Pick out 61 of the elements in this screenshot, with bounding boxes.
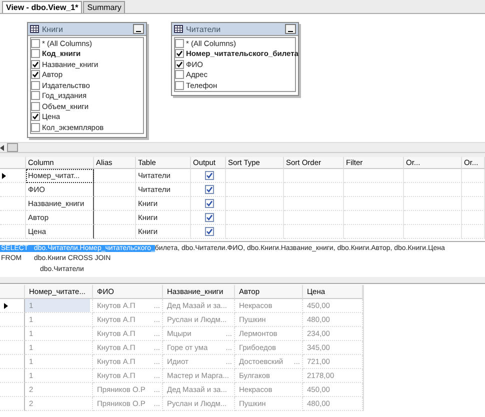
column-checkbox[interactable] bbox=[31, 122, 40, 132]
output-checkbox[interactable] bbox=[204, 213, 214, 222]
output-checkbox[interactable] bbox=[204, 227, 214, 236]
column-checkbox[interactable] bbox=[31, 38, 40, 48]
minimize-button[interactable] bbox=[133, 24, 144, 34]
grid-cell[interactable] bbox=[284, 169, 344, 183]
grid-cell[interactable] bbox=[344, 183, 404, 197]
grid-cell[interactable] bbox=[284, 183, 344, 197]
alias-cell[interactable] bbox=[94, 197, 136, 211]
column-checkbox[interactable] bbox=[31, 91, 40, 100]
grid-cell[interactable] bbox=[344, 211, 404, 225]
alias-cell[interactable] bbox=[94, 183, 136, 197]
grid-cell[interactable] bbox=[226, 183, 284, 197]
scroll-left-icon[interactable] bbox=[0, 144, 5, 150]
grid-cell[interactable] bbox=[226, 169, 284, 183]
table-icon bbox=[30, 25, 39, 33]
grid-cell[interactable] bbox=[404, 183, 462, 197]
column-checkbox[interactable] bbox=[175, 70, 184, 80]
grid-cell[interactable] bbox=[344, 225, 404, 239]
grid-cell[interactable] bbox=[404, 197, 462, 211]
tab[interactable]: Summary bbox=[83, 1, 126, 13]
column-checkbox[interactable] bbox=[31, 60, 40, 69]
table-icon bbox=[174, 25, 183, 33]
grid-cell[interactable] bbox=[226, 225, 284, 239]
grid-cell[interactable] bbox=[462, 197, 485, 211]
scrollbar-thumb[interactable] bbox=[7, 143, 18, 152]
grid-cell[interactable] bbox=[284, 225, 344, 239]
column-checkbox[interactable] bbox=[175, 80, 184, 90]
grid-cell[interactable] bbox=[462, 225, 485, 239]
grid-cell[interactable] bbox=[344, 197, 404, 211]
grid-cell[interactable] bbox=[404, 169, 462, 183]
column-checkbox[interactable] bbox=[175, 60, 184, 69]
output-checkbox[interactable] bbox=[204, 171, 214, 180]
minimize-button[interactable] bbox=[285, 24, 296, 34]
grid-cell[interactable] bbox=[462, 169, 485, 183]
grid-cell[interactable] bbox=[284, 197, 344, 211]
current-row-icon bbox=[2, 172, 6, 178]
grid-cell[interactable] bbox=[226, 211, 284, 225]
grid-cell[interactable] bbox=[226, 197, 284, 211]
output-checkbox[interactable] bbox=[204, 199, 214, 208]
column-checkbox[interactable] bbox=[31, 80, 40, 90]
column-checkbox[interactable] bbox=[175, 49, 184, 58]
alias-cell[interactable] bbox=[94, 169, 136, 183]
grid-cell[interactable] bbox=[404, 211, 462, 225]
alias-cell[interactable] bbox=[94, 211, 136, 225]
grid-cell[interactable] bbox=[462, 211, 485, 225]
current-row-icon bbox=[4, 302, 8, 308]
table-title: Книги bbox=[42, 24, 64, 34]
grid-cell[interactable] bbox=[404, 225, 462, 239]
column-checkbox[interactable] bbox=[31, 112, 40, 122]
grid-cell[interactable] bbox=[344, 169, 404, 183]
table-title: Читатели bbox=[186, 24, 222, 34]
column-checkbox[interactable] bbox=[31, 70, 40, 80]
tab[interactable]: View - dbo.View_1* bbox=[2, 1, 82, 13]
grid-cell[interactable] bbox=[284, 211, 344, 225]
column-checkbox[interactable] bbox=[31, 102, 40, 111]
output-checkbox[interactable] bbox=[204, 185, 214, 194]
grid-cell[interactable] bbox=[462, 183, 485, 197]
alias-cell[interactable] bbox=[94, 225, 136, 239]
column-checkbox[interactable] bbox=[31, 49, 40, 58]
column-checkbox[interactable] bbox=[175, 38, 184, 48]
